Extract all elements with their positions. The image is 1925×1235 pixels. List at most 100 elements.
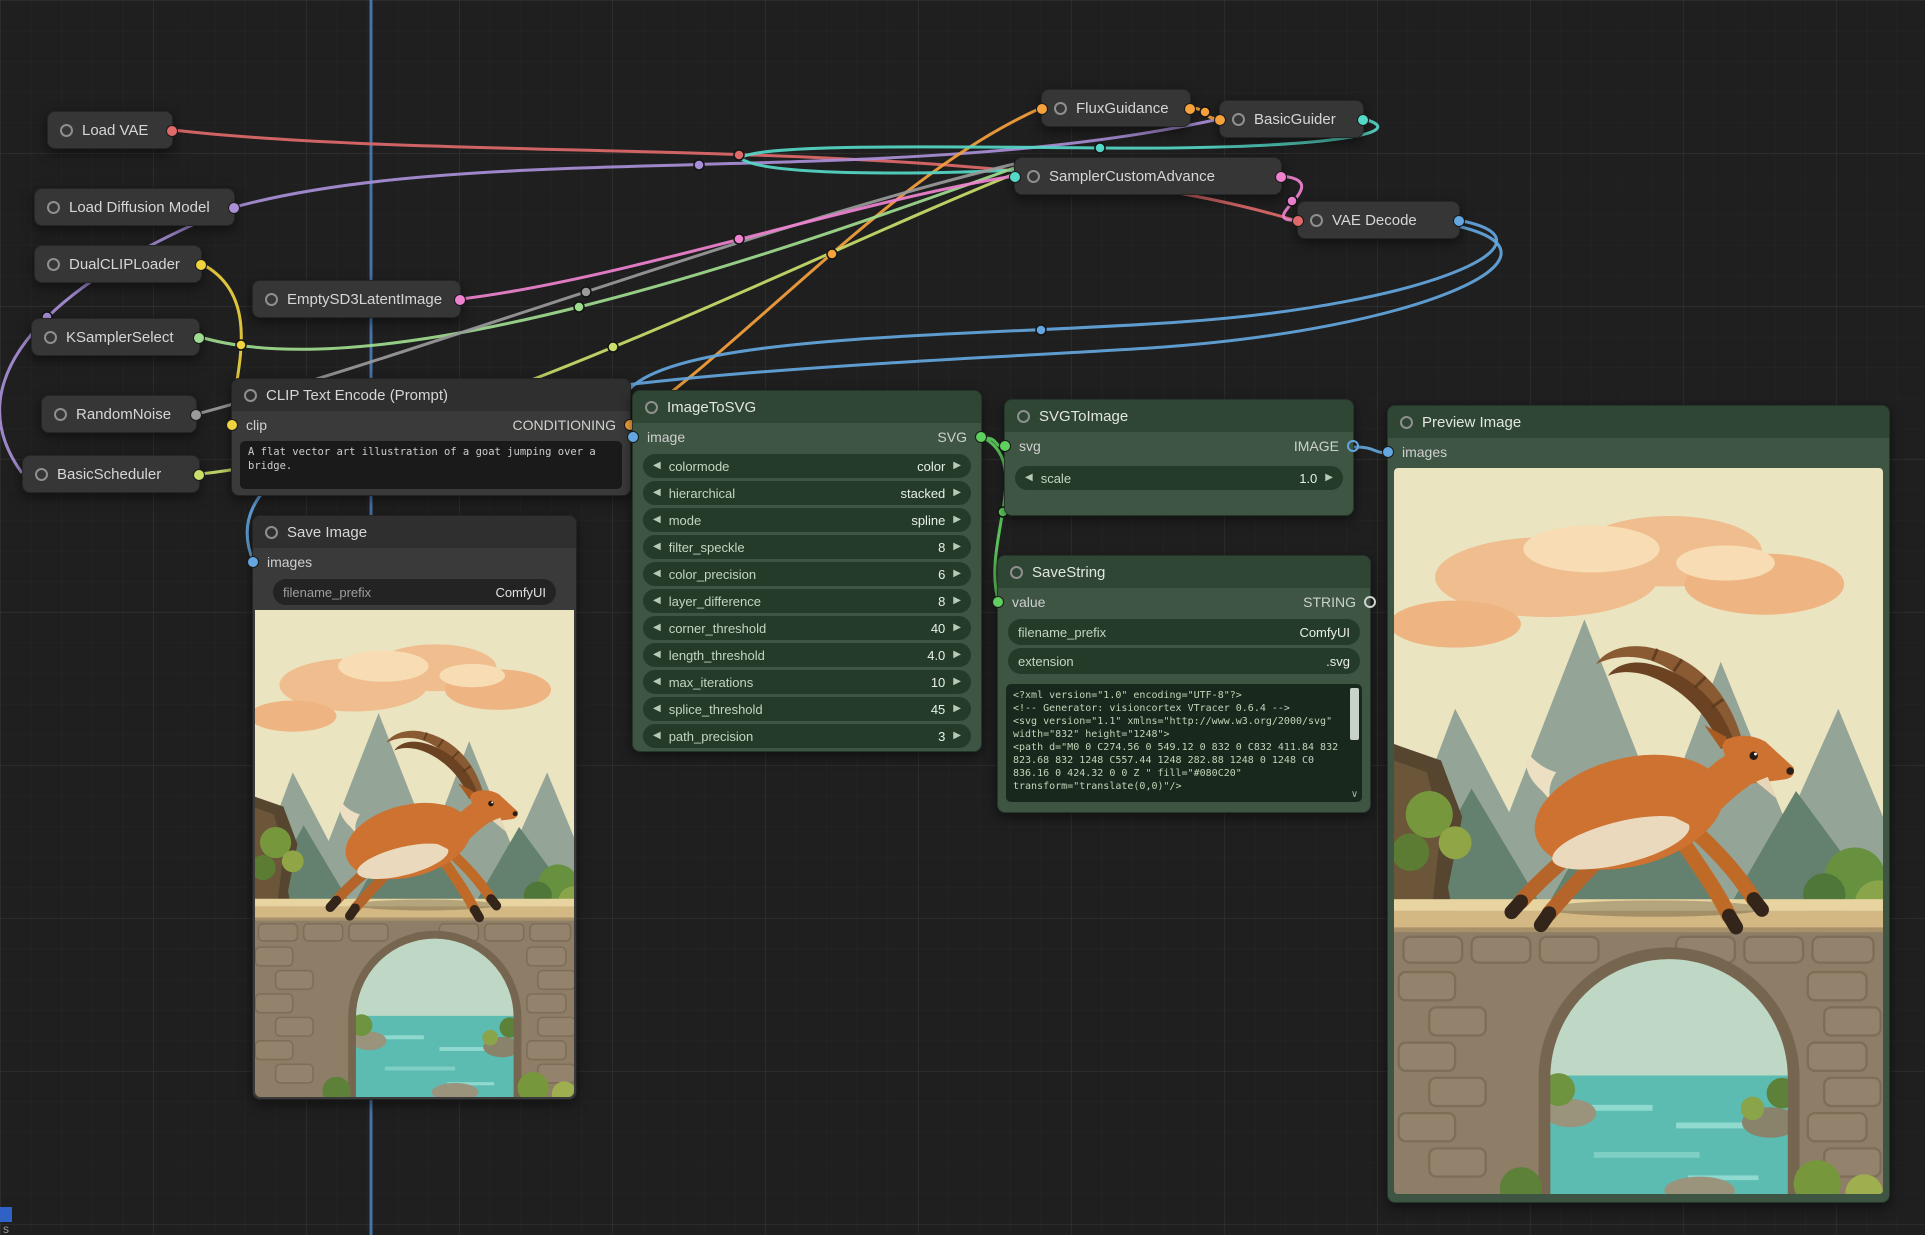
collapse-dot[interactable] [244,389,257,402]
node-image-to-svg[interactable]: ImageToSVG image SVG ◀ colormode color ▶… [632,390,982,752]
scroll-down-icon[interactable]: ∨ [1350,790,1359,800]
noise-output-port[interactable] [190,409,202,421]
model-output-port[interactable] [228,202,240,214]
widget-filename-prefix[interactable]: filename_prefix ComfyUI [273,579,556,605]
node-ksampler-select[interactable]: KSamplerSelect [31,318,200,356]
collapse-dot[interactable] [265,526,278,539]
collapse-dot[interactable] [54,408,67,421]
widget-max-iterations[interactable]: ◀ max_iterations 10 ▶ [643,670,971,694]
node-header[interactable]: Preview Image [1388,406,1889,438]
image-output-port[interactable] [1453,215,1465,227]
stepper-right-icon[interactable]: ▶ [953,731,961,741]
stepper-left-icon[interactable]: ◀ [653,623,661,633]
collapse-dot[interactable] [44,331,57,344]
stepper-right-icon[interactable]: ▶ [953,677,961,687]
collapse-dot[interactable] [1027,170,1040,183]
stepper-right-icon[interactable]: ▶ [953,596,961,606]
stepper-left-icon[interactable]: ◀ [653,677,661,687]
widget-filename-prefix[interactable]: filename_prefix ComfyUI [1008,619,1360,645]
collapse-dot[interactable] [60,124,73,137]
stepper-left-icon[interactable]: ◀ [653,650,661,660]
collapse-dot[interactable] [1310,214,1323,227]
node-load-diffusion-model[interactable]: Load Diffusion Model [34,188,235,226]
node-header[interactable]: ImageToSVG [633,391,981,423]
node-vae-decode[interactable]: VAE Decode [1297,201,1460,239]
prompt-textarea[interactable]: A flat vector art illustration of a goat… [240,441,622,489]
widget-path-precision[interactable]: ◀ path_precision 3 ▶ [643,724,971,748]
widget-corner-threshold[interactable]: ◀ corner_threshold 40 ▶ [643,616,971,640]
sigmas-output-port[interactable] [193,469,205,481]
collapse-dot[interactable] [35,468,48,481]
vae-decode-input-port[interactable] [1292,215,1304,227]
svg-output-port[interactable] [975,431,987,443]
stepper-right-icon[interactable]: ▶ [953,542,961,552]
conditioning-input-port[interactable] [1036,103,1048,115]
node-load-vae[interactable]: Load VAE [47,111,173,149]
svg-input-port[interactable] [999,440,1011,452]
conditioning-output-port[interactable] [1184,103,1196,115]
node-clip-text-encode[interactable]: CLIP Text Encode (Prompt) clip CONDITION… [231,378,631,496]
node-save-image[interactable]: Save Image images filename_prefix ComfyU… [252,515,577,1100]
widget-length-threshold[interactable]: ◀ length_threshold 4.0 ▶ [643,643,971,667]
node-header[interactable]: CLIP Text Encode (Prompt) [232,379,630,411]
guider-output-port[interactable] [1357,114,1369,126]
stepper-left-icon[interactable]: ◀ [653,515,661,525]
clip-input-port[interactable] [226,419,238,431]
stepper-left-icon[interactable]: ◀ [653,569,661,579]
node-sampler-custom-advance[interactable]: SamplerCustomAdvance [1014,157,1282,195]
node-empty-sd3-latent-image[interactable]: EmptySD3LatentImage [252,280,461,318]
collapse-dot[interactable] [47,258,60,271]
images-input-port[interactable] [1382,446,1394,458]
widget-color-precision[interactable]: ◀ color_precision 6 ▶ [643,562,971,586]
collapse-dot[interactable] [1017,410,1030,423]
node-basic-scheduler[interactable]: BasicScheduler [22,455,200,493]
stepper-right-icon[interactable]: ▶ [953,461,961,471]
stepper-left-icon[interactable]: ◀ [653,731,661,741]
collapse-dot[interactable] [1054,102,1067,115]
stepper-right-icon[interactable]: ▶ [953,569,961,579]
node-preview-image[interactable]: Preview Image images [1387,405,1890,1203]
string-output-port[interactable] [1364,596,1376,608]
collapse-dot[interactable] [1232,113,1245,126]
image-input-port[interactable] [627,431,639,443]
sampler-inputs-port[interactable] [1009,171,1021,183]
widget-layer-difference[interactable]: ◀ layer_difference 8 ▶ [643,589,971,613]
latent-output-port[interactable] [454,294,466,306]
collapse-dot[interactable] [1010,566,1023,579]
node-random-noise[interactable]: RandomNoise [41,395,197,433]
guider-inputs-port[interactable] [1214,114,1226,126]
node-dual-clip-loader[interactable]: DualCLIPLoader [34,245,202,283]
images-input-port[interactable] [247,556,259,568]
stepper-right-icon[interactable]: ▶ [953,650,961,660]
node-header[interactable]: SVGToImage [1005,400,1353,432]
node-header[interactable]: Save Image [253,516,576,548]
stepper-right-icon[interactable]: ▶ [1325,473,1333,483]
collapse-dot[interactable] [645,401,658,414]
stepper-left-icon[interactable]: ◀ [653,461,661,471]
graph-canvas[interactable]: Load VAE Load Diffusion Model DualCLIPLo… [0,0,1925,1235]
collapse-dot[interactable] [1400,416,1413,429]
node-svg-to-image[interactable]: SVGToImage svg IMAGE ◀ scale 1.0 ▶ [1004,399,1354,516]
widget-colormode[interactable]: ◀ colormode color ▶ [643,454,971,478]
widget-hierarchical[interactable]: ◀ hierarchical stacked ▶ [643,481,971,505]
collapse-dot[interactable] [47,201,60,214]
stepper-right-icon[interactable]: ▶ [953,704,961,714]
stepper-right-icon[interactable]: ▶ [953,488,961,498]
node-basic-guider[interactable]: BasicGuider [1219,100,1364,138]
sampler-latent-output-port[interactable] [1275,171,1287,183]
widget-splice-threshold[interactable]: ◀ splice_threshold 45 ▶ [643,697,971,721]
stepper-left-icon[interactable]: ◀ [653,596,661,606]
image-output-port[interactable] [1347,440,1359,452]
collapse-dot[interactable] [265,293,278,306]
value-input-port[interactable] [992,596,1004,608]
stepper-right-icon[interactable]: ▶ [953,623,961,633]
clip-output-port[interactable] [195,259,207,271]
stepper-left-icon[interactable]: ◀ [653,704,661,714]
svg-code-textarea[interactable]: <?xml version="1.0" encoding="UTF-8"?> <… [1006,684,1362,802]
widget-mode[interactable]: ◀ mode spline ▶ [643,508,971,532]
scrollbar-thumb[interactable] [1350,688,1359,740]
node-flux-guidance[interactable]: FluxGuidance [1041,89,1191,127]
widget-extension[interactable]: extension .svg [1008,648,1360,674]
sampler-output-port[interactable] [193,332,205,344]
vae-output-port[interactable] [166,125,178,137]
